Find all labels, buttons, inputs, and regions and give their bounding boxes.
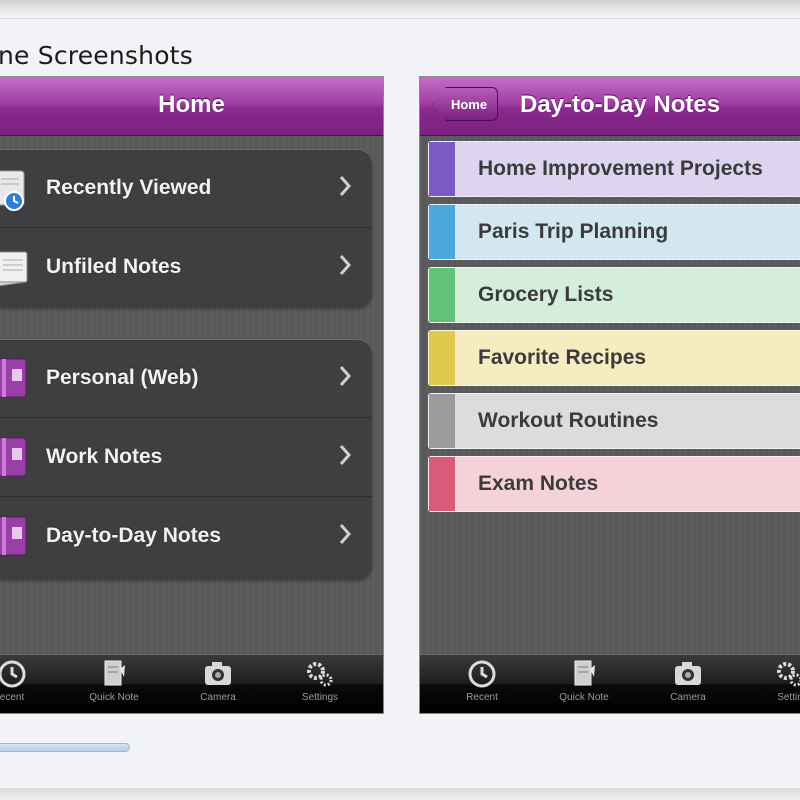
notebook-icon [0, 437, 27, 477]
chevron-right-icon [339, 176, 352, 196]
notebook-screen: Home Day-to-Day Notes Home Improvement P… [420, 77, 800, 713]
home-screen: Home Recently Viewed Unfiled Notes Perso… [0, 77, 383, 713]
tab-label: Quick Note [559, 692, 609, 703]
notebook-icon [0, 516, 27, 556]
nav-bar: Home [0, 77, 383, 136]
top-border [0, 0, 800, 18]
bottom-border [0, 788, 800, 800]
section-label: Workout Routines [478, 409, 659, 432]
section-label: Paris Trip Planning [478, 220, 669, 243]
section-row[interactable]: Favorite Recipes [428, 330, 800, 386]
list-item-label: Work Notes [46, 445, 163, 468]
gear-icon [777, 662, 800, 687]
section-color-tab [429, 205, 455, 259]
camera-icon [205, 662, 231, 685]
tab-recent[interactable]: ecent [0, 659, 58, 711]
tab-recent[interactable]: Recent [436, 659, 528, 711]
section-label: Favorite Recipes [478, 346, 647, 369]
section-color-tab [429, 142, 455, 196]
list-item-label: Recently Viewed [46, 176, 212, 199]
quick-note-icon [104, 660, 125, 686]
tab-label: Camera [670, 692, 706, 703]
gallery-frame: ne Screenshots Home Recently Viewed Unfi… [0, 0, 800, 800]
list-item-label: Personal (Web) [46, 366, 199, 389]
nav-title: Day-to-Day Notes [520, 91, 721, 118]
chevron-right-icon [339, 524, 352, 544]
section-color-tab [429, 268, 455, 322]
quick-note-icon [574, 660, 595, 686]
back-button[interactable]: Home [432, 87, 498, 121]
section-label: Grocery Lists [478, 283, 614, 306]
camera-icon [675, 662, 701, 685]
gallery-scrollbar-thumb[interactable] [0, 743, 130, 752]
tab-quick-note[interactable]: Quick Note [68, 659, 160, 711]
home-list: Recently Viewed Unfiled Notes Personal (… [0, 136, 383, 655]
chevron-right-icon [339, 445, 352, 465]
tab-camera[interactable]: Camera [172, 659, 264, 711]
tab-label: Camera [200, 692, 236, 703]
section-label: Home Improvement Projects [478, 157, 763, 180]
tab-label: ecent [0, 692, 25, 703]
section-row[interactable]: Home Improvement Projects [428, 141, 800, 197]
list-item-unfiled-notes[interactable]: Unfiled Notes [0, 228, 372, 307]
section-row[interactable]: Workout Routines [428, 393, 800, 449]
section-label: Exam Notes [478, 472, 599, 495]
tab-camera[interactable]: Camera [642, 659, 734, 711]
clock-notes-icon [0, 170, 25, 211]
tab-label: Settin [777, 692, 800, 703]
section-color-tab [429, 457, 455, 511]
tab-label: Quick Note [89, 692, 139, 703]
gallery-title: ne Screenshots [0, 41, 193, 70]
tab-label: Settings [301, 692, 339, 703]
notes-stack-icon [0, 251, 28, 287]
list-group-recent: Recently Viewed Unfiled Notes [0, 149, 372, 307]
list-item-label: Day-to-Day Notes [46, 524, 222, 547]
clock-icon [0, 660, 26, 688]
clock-icon [468, 660, 496, 688]
nav-bar: Home Day-to-Day Notes [420, 77, 800, 136]
chevron-right-icon [339, 366, 352, 386]
section-row[interactable]: Grocery Lists [428, 267, 800, 323]
list-item-personal-web[interactable]: Personal (Web) [0, 339, 372, 418]
tab-settings[interactable]: Settin [744, 659, 800, 711]
list-item-recently-viewed[interactable]: Recently Viewed [0, 149, 372, 228]
tab-bar: Recent Quick Note Camera Setti [420, 654, 800, 713]
list-group-notebooks: Personal (Web) Work Notes Day-to-Day Not… [0, 339, 372, 579]
tab-label: Recent [466, 692, 498, 703]
section-row[interactable]: Exam Notes [428, 456, 800, 512]
sections-list: Home Improvement Projects Paris Trip Plan… [420, 136, 800, 655]
list-item-work-notes[interactable]: Work Notes [0, 418, 372, 497]
gear-icon [307, 662, 333, 687]
list-item-day-to-day-notes[interactable]: Day-to-Day Notes [0, 497, 372, 576]
tab-quick-note[interactable]: Quick Note [538, 659, 630, 711]
notebook-icon [0, 358, 27, 398]
tab-settings[interactable]: Settings [274, 659, 366, 711]
section-color-tab [429, 331, 455, 385]
list-item-label: Unfiled Notes [46, 255, 182, 278]
section-color-tab [429, 394, 455, 448]
nav-title: Home [158, 91, 225, 118]
section-row[interactable]: Paris Trip Planning [428, 204, 800, 260]
tab-bar: ecent Quick Note Camera Settings [0, 654, 383, 713]
chevron-right-icon [339, 255, 352, 275]
